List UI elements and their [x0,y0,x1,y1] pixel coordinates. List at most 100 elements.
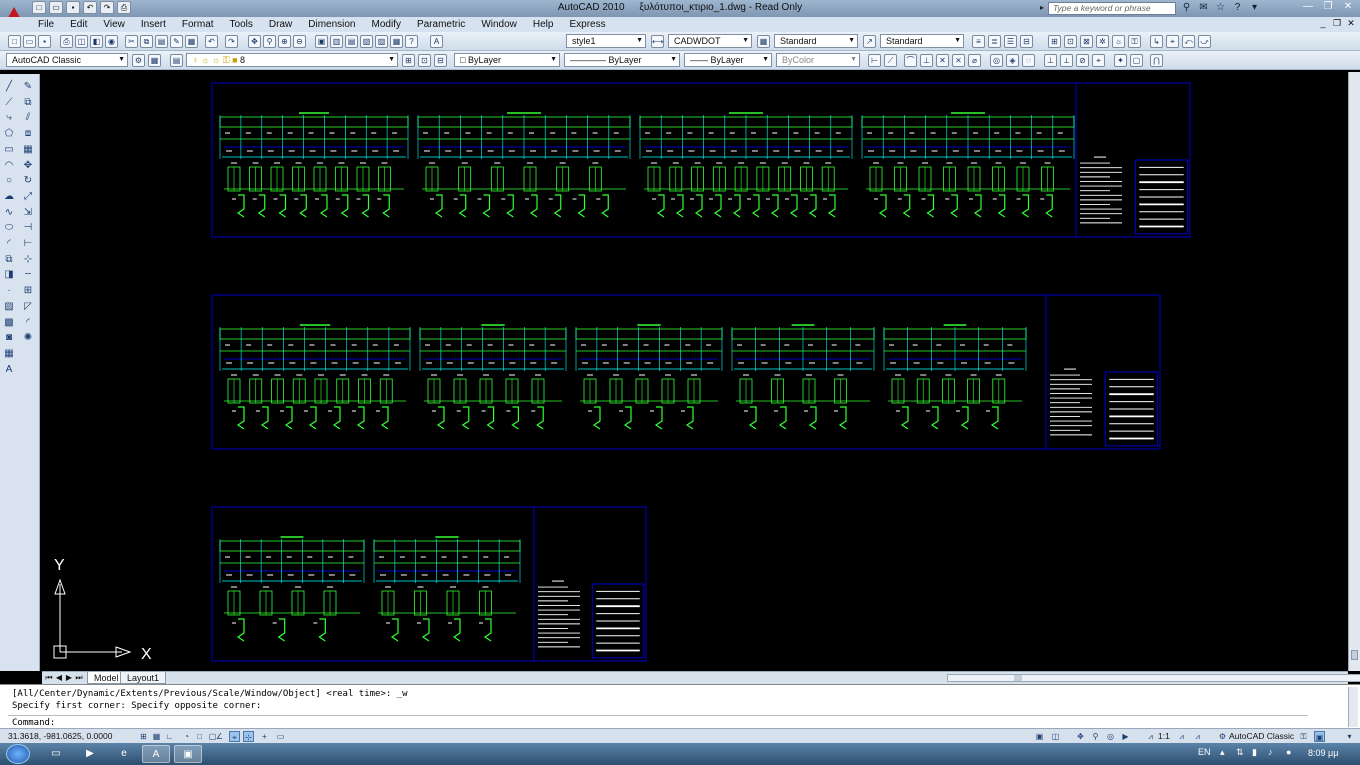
language-indicator[interactable]: EN [1198,747,1211,757]
menu-view[interactable]: View [95,17,133,32]
layer-freeze-icon[interactable]: ✲ [1096,35,1109,48]
window-taskbar-icon[interactable]: ▣ [174,745,202,763]
hatch-icon[interactable]: ▨ [2,300,16,314]
menu-insert[interactable]: Insert [133,17,174,32]
dim-break-icon[interactable]: ⊘ [1076,54,1089,67]
grid-display-icon[interactable]: ▦ [151,731,162,742]
table-style-icon[interactable]: ▦ [757,35,770,48]
layer-match-icon[interactable]: ⊠ [1080,35,1093,48]
plot-icon[interactable]: ⎙ [117,1,131,14]
signal-icon[interactable]: ▮ [1252,747,1257,758]
chamfer-icon[interactable]: ◸ [21,300,35,314]
doc-close-icon[interactable]: ✕ [1346,18,1356,29]
annotation-visibility-icon[interactable]: ⩘ [1176,731,1187,742]
mirror-icon[interactable]: ⫽ [21,111,35,125]
quick-view-layouts-icon[interactable]: ◫ [1050,731,1061,742]
close-icon[interactable]: ✕ [1340,0,1356,14]
ucs-icon[interactable]: ↳ [1150,35,1163,48]
block-editor-icon[interactable]: ▦ [185,35,198,48]
region-icon[interactable]: ◙ [2,331,16,345]
gradient-icon[interactable]: ▩ [2,316,16,330]
communication-center-icon[interactable]: ✉ [1197,1,1210,14]
layer-previous2-icon[interactable]: ⊡ [418,54,431,67]
dim-aligned-icon[interactable]: ⟋ [884,54,897,67]
qnew-icon[interactable]: □ [8,35,21,48]
copy-object-icon[interactable]: ⧉ [21,96,35,110]
sheet-set-icon[interactable]: ▧ [360,35,373,48]
arc-icon[interactable]: ◠ [2,159,16,173]
make-current-icon[interactable]: ⊞ [1048,35,1061,48]
polygon-icon[interactable]: ⬠ [2,127,16,141]
vertical-scroll-thumb[interactable] [1351,650,1358,660]
multileader-style-icon[interactable]: ↗ [863,35,876,48]
dyn-icon[interactable]: ⊹ [243,731,254,742]
network-icon[interactable]: ⇅ [1236,747,1244,758]
layer-off-icon[interactable]: ☼ [1112,35,1125,48]
start-button[interactable] [6,744,30,764]
tray-show-hidden-icon[interactable]: ▴ [1220,747,1225,758]
search-expand-icon[interactable]: ▸ [1040,3,1044,12]
horizontal-scroll-thumb[interactable] [1014,675,1022,681]
polyline-icon[interactable]: ⤷ [2,111,16,125]
doc-minimize-icon[interactable]: _ [1318,18,1328,29]
save-toolbar-icon[interactable]: ▪ [38,35,51,48]
plot-preview-icon[interactable]: ◫ [75,35,88,48]
multiline-text-icon[interactable]: A [2,363,16,377]
prev-tab-icon[interactable]: ◀ [54,673,64,682]
rotate-icon[interactable]: ↻ [21,174,35,188]
polar-tracking-icon[interactable]: ◔ [181,731,192,742]
help-icon[interactable]: ? [1231,1,1244,14]
layer-manager-icon[interactable]: ▤ [170,54,183,67]
array-icon[interactable]: ▦ [21,143,35,157]
paste-icon[interactable]: ▤ [155,35,168,48]
menu-help[interactable]: Help [525,17,562,32]
autocad-taskbar-icon[interactable]: A [142,745,170,763]
insert-block-icon[interactable]: ⧉ [2,253,16,267]
dim-style-icon[interactable]: ⟷ [651,35,664,48]
rectangle-icon[interactable]: ▭ [2,143,16,157]
lineweight-toggle-icon[interactable]: + [259,731,270,742]
status-menu-icon[interactable]: ▾ [1344,731,1355,742]
copy-icon[interactable]: ⧉ [140,35,153,48]
open-file-icon[interactable]: ▭ [49,1,63,14]
tolerance-icon[interactable]: ⌖ [1092,54,1105,67]
model-space-icon[interactable]: ▣ [1034,731,1045,742]
design-center-icon[interactable]: ▥ [330,35,343,48]
auto-scale-icon[interactable]: ⩘ [1192,731,1203,742]
snap-mode-icon[interactable]: ⊞ [138,731,149,742]
tray-app-icon[interactable]: ● [1286,747,1291,757]
break-icon[interactable]: ╌ [21,268,35,282]
menu-draw[interactable]: Draw [261,17,300,32]
ortho-mode-icon[interactable]: ∟ [164,731,175,742]
help-search-input[interactable]: Type a keyword or phrase [1048,2,1176,15]
dim-space-icon[interactable]: ⟂ [1060,54,1073,67]
layer-walk-icon[interactable]: ☰ [1004,35,1017,48]
center-mark-icon[interactable]: ✦ [1114,54,1127,67]
workspace-settings-icon[interactable]: ⚙ [132,54,145,67]
ellipse-arc-icon[interactable]: ◜ [2,237,16,251]
menu-dimension[interactable]: Dimension [300,17,363,32]
doc-restore-icon[interactable]: ❐ [1332,18,1342,29]
quickcalc-icon[interactable]: ▦ [390,35,403,48]
text-style-icon[interactable]: A [430,35,443,48]
dim-style-dropdown[interactable]: CADWDOT ▼ [668,34,752,48]
command-window[interactable]: [All/Center/Dynamic/Extents/Previous/Sca… [0,684,1360,728]
dim-jogged-icon[interactable]: ⨯ [952,54,965,67]
toolbar-lock-icon[interactable]: ⚿ [1298,731,1309,742]
layer-states-icon[interactable]: ≣ [988,35,1001,48]
open-icon[interactable]: ▭ [23,35,36,48]
layer-previous-icon[interactable]: ⊡ [1064,35,1077,48]
break-at-point-icon[interactable]: ⊹ [21,253,35,267]
command-scrollbar[interactable] [1348,687,1358,727]
inspection-icon[interactable]: ▢ [1130,54,1143,67]
erase-icon[interactable]: ✎ [21,80,35,94]
zoom-realtime-icon[interactable]: ⚲ [263,35,276,48]
horizontal-scrollbar[interactable] [947,674,1360,682]
otrack-icon[interactable]: ∠ [214,731,225,742]
revision-cloud-icon[interactable]: ☁ [2,190,16,204]
offset-icon[interactable]: ⧈ [21,127,35,141]
dim-baseline-icon[interactable]: ◌ [1022,54,1035,67]
layer-dropdown[interactable]: ♀ ☼ ☼ ⚿ ■ 8 ▼ [186,53,398,67]
move-icon[interactable]: ✥ [21,159,35,173]
binoculars-icon[interactable]: ⚲ [1180,1,1193,14]
